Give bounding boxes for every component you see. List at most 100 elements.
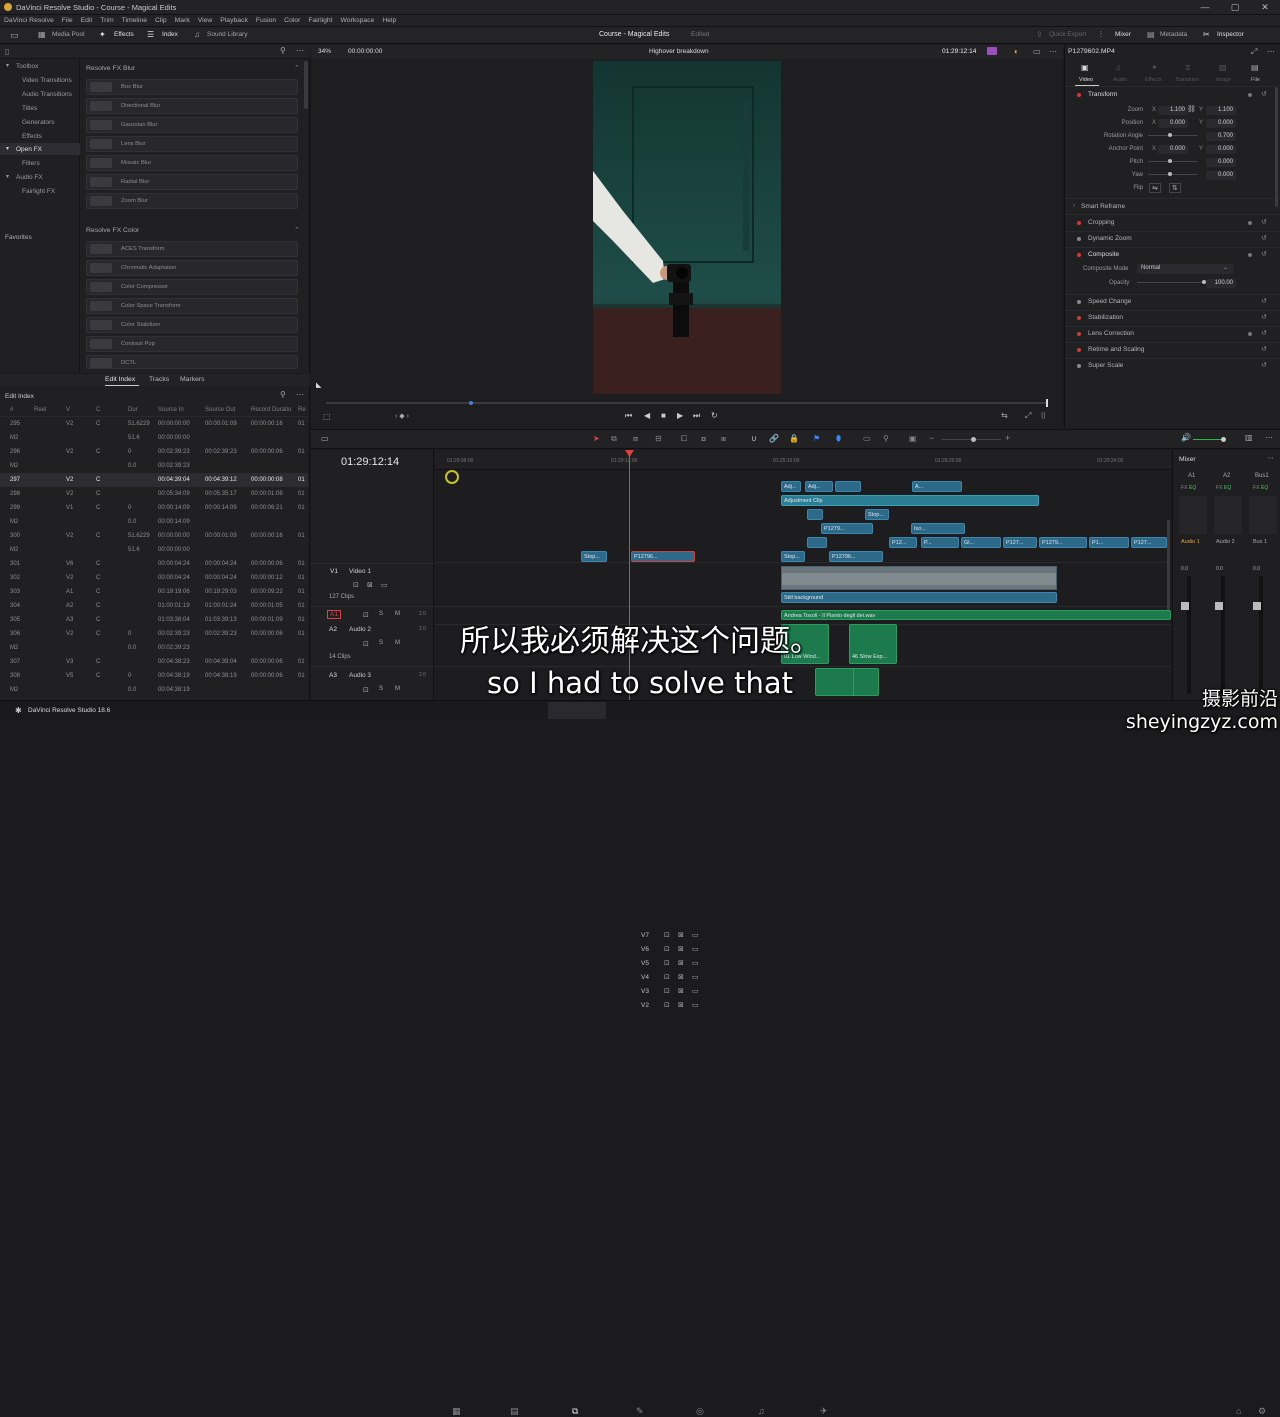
options-icon[interactable]: ⋯ [296, 46, 304, 55]
slider-knob[interactable] [1168, 159, 1172, 163]
yaw-slider[interactable] [1148, 174, 1198, 175]
opacity-slider[interactable] [1137, 282, 1203, 283]
tree-item-titles[interactable]: Titles [22, 105, 37, 112]
clip-video[interactable]: Gl... [961, 537, 1001, 548]
tab-tracks[interactable]: Tracks [149, 376, 169, 383]
track-label-a1[interactable]: A1 [327, 610, 341, 619]
position-x-field[interactable]: 0.000 [1158, 119, 1188, 128]
viewer-clip-name[interactable]: Highover breakdown [649, 48, 709, 55]
skip-end-icon[interactable]: ⏭ [693, 411, 700, 421]
clip-adjustment[interactable] [835, 481, 861, 492]
collapse-icon[interactable]: ⌃ [294, 226, 300, 234]
keyframe-icon[interactable] [1248, 253, 1252, 257]
clip-stop[interactable]: Stop... [865, 509, 889, 520]
opacity-field[interactable]: 100.00 [1206, 279, 1236, 288]
enable-dot-icon[interactable] [1077, 221, 1081, 225]
slider-knob[interactable] [1168, 172, 1172, 176]
stop-icon[interactable]: ■ [661, 411, 666, 420]
timeline-scrollbar[interactable] [1167, 520, 1170, 610]
volume-slider[interactable] [1193, 439, 1223, 440]
index-button[interactable]: Index [162, 31, 178, 38]
menu-file[interactable]: File [62, 15, 73, 27]
loop-icon[interactable]: ↻ [711, 411, 718, 420]
table-row[interactable]: M2 0.0 00:04:38:19 [0, 683, 308, 697]
clip-video[interactable]: P12... [889, 537, 917, 548]
inspector-expand-icon[interactable]: ⤢ [1251, 47, 1257, 57]
track-name[interactable]: Video 1 [349, 568, 371, 575]
reset-icon[interactable]: ↺ [1261, 90, 1267, 98]
effects-scrollbar[interactable] [304, 61, 308, 109]
lock-icon[interactable]: ⊡ [664, 987, 670, 995]
table-row[interactable]: 299 V1 C 0 00:00:14:09 00:00:14:09 00:00:06:21… [0, 501, 308, 515]
options-icon[interactable]: ⋯ [1267, 47, 1275, 56]
menu-trim[interactable]: Trim [100, 15, 113, 27]
yaw-field[interactable]: 0.000 [1206, 171, 1236, 180]
track-visible-icon[interactable]: ▭ [692, 973, 699, 981]
maximize-button[interactable]: ▢ [1220, 1, 1250, 14]
fx-chromatic-adaptation[interactable]: Chromatic Adaptation [86, 260, 298, 276]
timeline-ruler[interactable]: 01:29:08:00 01:29:12:00 01:29:16:00 01:2… [435, 450, 1171, 470]
reset-icon[interactable]: ↺ [1261, 361, 1267, 369]
table-row[interactable]: M2 0.0 00:02:39:23 [0, 641, 308, 655]
zoom-full-icon[interactable]: ▭ [863, 434, 871, 443]
layout-icon[interactable]: ▭ [1033, 47, 1041, 56]
table-row[interactable]: M2 0.0 00:00:14:09 [0, 515, 308, 529]
eq-button[interactable]: EQ [1224, 485, 1231, 491]
playhead-marker[interactable] [1046, 399, 1048, 407]
tab-image[interactable]: Image [1216, 77, 1231, 83]
clip-video[interactable]: P12796... [829, 551, 883, 562]
clip-video[interactable]: P... [921, 537, 959, 548]
play-icon[interactable]: ▶ [677, 411, 683, 420]
viewer-mode-icon[interactable]: ⬚ [323, 412, 331, 421]
zoom-y-field[interactable]: 1.100 [1206, 106, 1236, 115]
clip-stop[interactable]: Stop... [781, 551, 805, 562]
lock-icon[interactable]: ⊡ [664, 931, 670, 939]
menu-edit[interactable]: Edit [81, 15, 93, 27]
timeline-view-icon[interactable]: ▭ [321, 434, 329, 443]
clip-video[interactable]: P12796... [631, 551, 695, 562]
tab-file[interactable]: File [1251, 77, 1260, 83]
zoom-out-icon[interactable]: − [929, 433, 934, 443]
slider-knob[interactable] [971, 437, 976, 442]
track-visible-icon[interactable]: ▭ [692, 945, 699, 953]
enable-dot-icon[interactable] [1077, 348, 1081, 352]
table-row[interactable]: M2 51.6 00:00:00:00 [0, 543, 308, 557]
media-pool-icon[interactable]: ▦ [38, 30, 46, 39]
replace-icon[interactable]: ⧆ [721, 434, 726, 444]
track-visible-icon[interactable]: ▭ [381, 581, 388, 589]
menu-davinci[interactable]: DaVinci Resolve [4, 15, 54, 27]
pitch-slider[interactable] [1148, 161, 1198, 162]
sidebar-toggle-icon[interactable]: ▯ [5, 47, 9, 56]
flip-horizontal-icon[interactable]: ⇋ [1149, 183, 1161, 193]
track-visible-icon[interactable]: ▭ [692, 931, 699, 939]
slider-knob[interactable] [1168, 133, 1172, 137]
overwrite-icon[interactable]: ⧇ [701, 434, 706, 444]
zoom-in-icon[interactable]: + [1005, 433, 1010, 443]
trim-tool-icon[interactable]: ⧉ [611, 434, 617, 444]
tab-markers[interactable]: Markers [180, 376, 205, 383]
menu-workspace[interactable]: Workspace [341, 15, 375, 27]
auto-select-icon[interactable]: ⊠ [678, 1001, 684, 1009]
auto-select-icon[interactable]: ⊠ [678, 959, 684, 967]
clip-video[interactable]: P1... [1089, 537, 1129, 548]
menu-mark[interactable]: Mark [175, 15, 190, 27]
meter-icon[interactable]: ▥ [1245, 433, 1253, 442]
effects-tab-icon[interactable]: ✦ [1151, 63, 1158, 72]
tree-item-video-transitions[interactable]: Video Transitions [22, 77, 72, 84]
lock-icon[interactable]: ⊡ [664, 959, 670, 967]
clip-still-background[interactable]: Still background [781, 592, 1057, 603]
enable-dot-icon[interactable] [1077, 300, 1081, 304]
lock-icon[interactable]: ⊡ [664, 973, 670, 981]
table-row[interactable]: 306 V2 C 0 00:02:39:23 00:02:39:23 00:00:00:06… [0, 627, 308, 641]
jog-icon[interactable]: ‹ ◆ › [395, 412, 409, 420]
effects-icon[interactable]: ✦ [99, 30, 106, 39]
transform-header[interactable]: Transform [1088, 91, 1117, 98]
fx-mosaic-blur[interactable]: Mosaic Blur [86, 155, 298, 171]
inspector-scrollbar[interactable] [1275, 87, 1278, 207]
position-y-field[interactable]: 0.000 [1206, 119, 1236, 128]
fx-gaussian-blur[interactable]: Gaussian Blur [86, 117, 298, 133]
link-icon[interactable]: 🔗 [769, 434, 779, 443]
bypass-icon[interactable]: ◐ [1014, 47, 1019, 56]
fx-color-stabilizer[interactable]: Color Stabilizer [86, 317, 298, 333]
viewer-zoom[interactable]: 34% [318, 48, 331, 55]
